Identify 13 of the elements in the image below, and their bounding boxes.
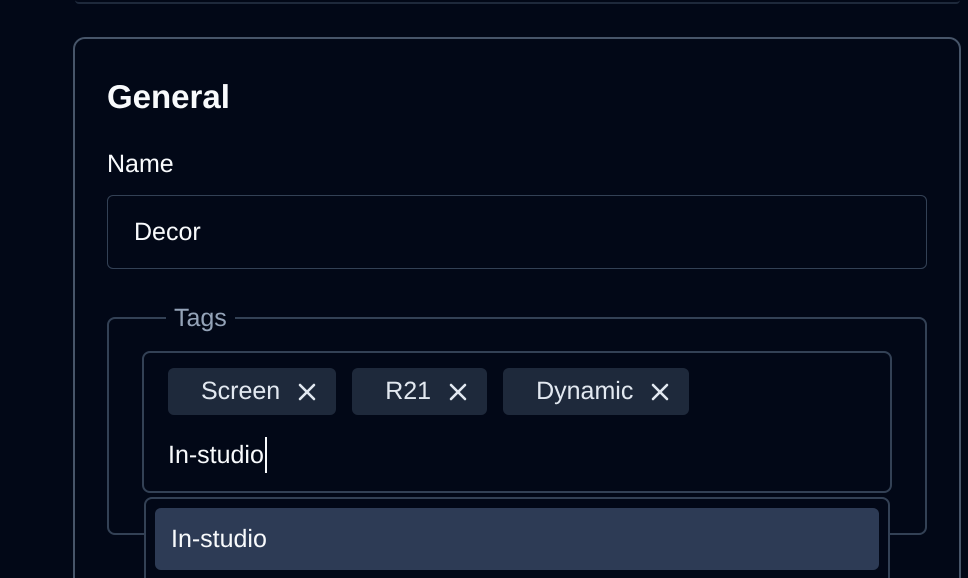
- tag-chip: Dynamic: [503, 368, 690, 415]
- group-legend: Tags: [166, 303, 235, 333]
- tag-chip: R21: [352, 368, 488, 415]
- remove-tag-button[interactable]: [298, 382, 316, 400]
- section-title: General: [107, 77, 230, 117]
- remove-tag-button[interactable]: [651, 382, 670, 400]
- tags-input-field[interactable]: Screen R21 Dynamic In-studio: [142, 351, 892, 493]
- typed-text: In-studio: [168, 437, 267, 473]
- remove-tag-button[interactable]: [449, 382, 468, 400]
- menu-option[interactable]: In-studio: [155, 508, 879, 570]
- tag-chip: Screen: [168, 368, 336, 415]
- name-input-field[interactable]: Decor: [107, 195, 927, 269]
- field-label: Name: [107, 149, 174, 179]
